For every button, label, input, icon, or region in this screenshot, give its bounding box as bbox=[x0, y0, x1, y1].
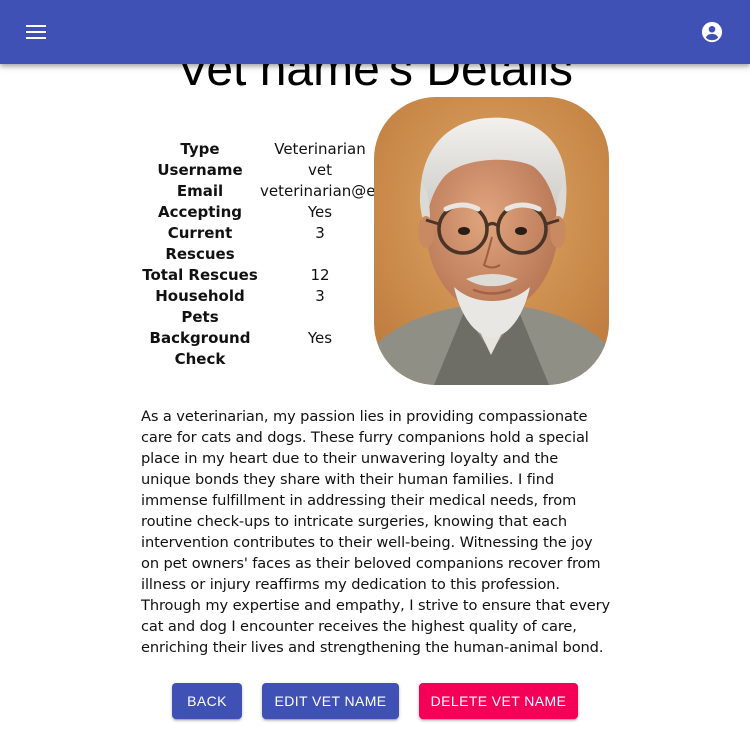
bio-paragraph: As a veterinarian, my passion lies in pr… bbox=[141, 408, 611, 656]
background-check-label: Background Check bbox=[149, 329, 251, 368]
email-value: veterinarian@em bbox=[260, 182, 380, 200]
edit-vet-button[interactable]: EDIT VET NAME bbox=[262, 683, 399, 719]
username-label: Username bbox=[157, 161, 243, 179]
type-value: Veterinarian bbox=[274, 140, 366, 158]
total-rescues-value: 12 bbox=[310, 266, 330, 284]
accepting-label: Accepting bbox=[157, 203, 243, 221]
details-row-email: Email veterinarian@em bbox=[140, 181, 380, 202]
page: Vet name's Details Type Veterinarian Use… bbox=[0, 0, 750, 729]
hamburger-menu-icon bbox=[26, 25, 46, 39]
current-rescues-label: Current Rescues bbox=[165, 224, 235, 263]
account-button[interactable] bbox=[700, 20, 724, 44]
delete-vet-button[interactable]: DELETE VET NAME bbox=[419, 683, 578, 719]
details-table: Type Veterinarian Username vet Email vet… bbox=[140, 139, 380, 370]
details-row-total-rescues: Total Rescues 12 bbox=[140, 265, 380, 286]
accepting-value: Yes bbox=[307, 203, 333, 221]
details-row-background-check: Background Check Yes bbox=[140, 328, 380, 370]
household-pets-label: Household Pets bbox=[155, 287, 245, 326]
total-rescues-label: Total Rescues bbox=[142, 266, 258, 284]
details-row-type: Type Veterinarian bbox=[140, 139, 380, 160]
email-label: Email bbox=[176, 182, 224, 200]
background-check-value: Yes bbox=[307, 329, 333, 347]
menu-button[interactable] bbox=[16, 12, 56, 52]
username-value: vet bbox=[308, 161, 332, 179]
current-rescues-value: 3 bbox=[315, 224, 325, 242]
details-row-household-pets: Household Pets 3 bbox=[140, 286, 380, 328]
type-label: Type bbox=[180, 140, 220, 158]
details-row-username: Username vet bbox=[140, 160, 380, 181]
account-circle-icon bbox=[701, 21, 723, 43]
household-pets-value: 3 bbox=[315, 287, 325, 305]
app-bar bbox=[0, 0, 750, 64]
back-button[interactable]: BACK bbox=[172, 683, 242, 719]
vet-portrait-illustration bbox=[374, 97, 609, 385]
details-row-accepting: Accepting Yes bbox=[140, 202, 380, 223]
vet-portrait-image bbox=[374, 97, 609, 385]
details-row-current-rescues: Current Rescues 3 bbox=[140, 223, 380, 265]
